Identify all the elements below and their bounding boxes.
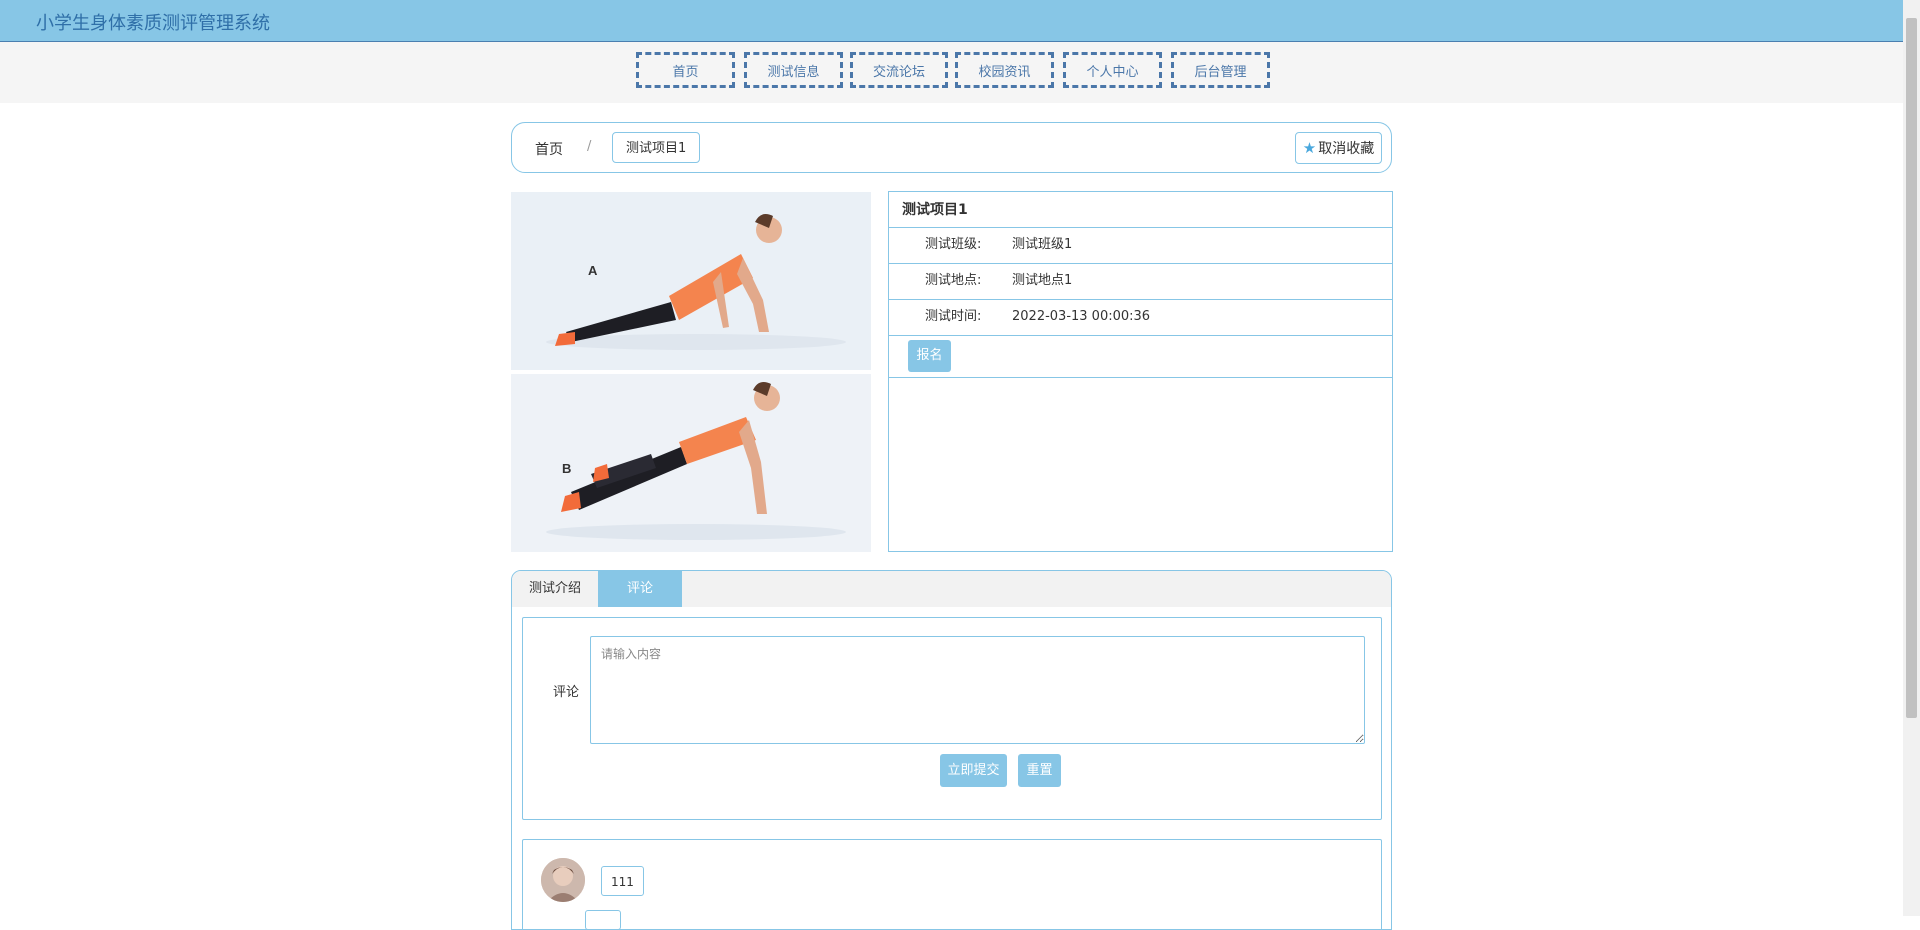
detail-label: 测试地点: (925, 273, 982, 288)
detail-value: 2022-03-13 00:00:36 (1012, 309, 1151, 324)
unfavorite-button[interactable]: ★ 取消收藏 (1295, 132, 1382, 164)
nav-item-home[interactable]: 首页 (636, 52, 735, 88)
detail-row-class: 测试班级: 测试班级1 (889, 228, 1392, 264)
detail-value: 测试地点1 (1012, 273, 1073, 288)
breadcrumb-current: 测试项目1 (612, 132, 701, 163)
detail-value: 测试班级1 (1012, 237, 1073, 252)
unfavorite-label: 取消收藏 (1318, 141, 1375, 157)
submit-button[interactable]: 立即提交 (940, 754, 1007, 787)
page-scrollbar[interactable] (1903, 0, 1920, 916)
test-item-image: A B (511, 192, 871, 552)
reset-button[interactable]: 重置 (1018, 754, 1061, 787)
signup-button[interactable]: 报名 (908, 340, 951, 372)
nav-item-personal-center[interactable]: 个人中心 (1063, 52, 1162, 88)
comment-list: 111 (522, 839, 1382, 929)
comment-input[interactable] (590, 636, 1365, 744)
avatar (541, 858, 585, 902)
nav-item-campus-news[interactable]: 校园资讯 (955, 52, 1054, 88)
top-header-bar: 小学生身体素质测评管理系统 (0, 0, 1903, 42)
tab-panel: 测试介绍 评论 评论 立即提交 重置 111 (511, 570, 1392, 930)
detail-title: 测试项目1 (889, 192, 1392, 228)
tab-comments[interactable]: 评论 (598, 571, 682, 607)
nav-item-test-info[interactable]: 测试信息 (744, 52, 843, 88)
nav-item-admin[interactable]: 后台管理 (1171, 52, 1270, 88)
comment-content: 111 (601, 866, 644, 896)
main-nav: 首页 测试信息 交流论坛 校园资讯 个人中心 后台管理 (0, 42, 1903, 103)
breadcrumb: 首页 / 测试项目1 ★ 取消收藏 (511, 122, 1392, 173)
tab-header: 测试介绍 评论 (512, 571, 1391, 607)
breadcrumb-home-link[interactable]: 首页 (535, 139, 563, 159)
detail-label: 测试班级: (925, 237, 982, 252)
breadcrumb-separator: / (587, 139, 592, 154)
tab-test-intro[interactable]: 测试介绍 (512, 571, 598, 607)
star-icon: ★ (1302, 139, 1317, 157)
comment-field-label: 评论 (553, 685, 580, 700)
comment-form: 评论 立即提交 重置 (522, 617, 1382, 820)
detail-row-time: 测试时间: 2022-03-13 00:00:36 (889, 300, 1392, 336)
detail-label: 测试时间: (925, 309, 982, 324)
scrollbar-thumb[interactable] (1906, 18, 1917, 718)
comment-reply-box (585, 910, 621, 929)
nav-item-forum[interactable]: 交流论坛 (850, 52, 948, 88)
system-title: 小学生身体素质测评管理系统 (36, 13, 270, 34)
test-detail-panel: 测试项目1 测试班级: 测试班级1 测试地点: 测试地点1 测试时间: 2022… (888, 191, 1393, 552)
detail-row-actions: 报名 (889, 336, 1392, 378)
detail-row-location: 测试地点: 测试地点1 (889, 264, 1392, 300)
image-label-a: A (588, 263, 598, 278)
image-label-b: B (562, 461, 571, 476)
